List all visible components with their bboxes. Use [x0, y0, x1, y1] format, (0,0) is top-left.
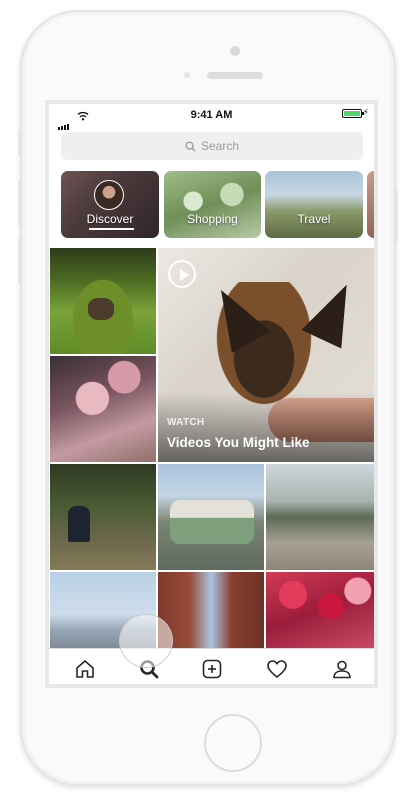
heart-icon[interactable]	[265, 657, 289, 681]
status-bar: 9:41 AM ⚡	[49, 104, 374, 130]
channel-next-partial[interactable]	[367, 171, 374, 238]
video-kicker: WATCH	[167, 417, 205, 428]
front-camera	[230, 46, 240, 56]
home-icon[interactable]	[73, 657, 97, 681]
featured-video-tile[interactable]: WATCH Videos You Might Like	[158, 248, 374, 462]
channel-label: Shopping	[187, 212, 238, 226]
app-screen: 9:41 AM ⚡ Search Discover Shopping Trave…	[45, 100, 378, 688]
profile-icon[interactable]	[330, 657, 354, 681]
search-input[interactable]: Search	[61, 132, 363, 160]
avatar	[94, 180, 124, 210]
grid-photo-blossom[interactable]	[50, 356, 156, 462]
search-icon	[185, 140, 196, 152]
play-icon[interactable]	[168, 260, 196, 288]
search-placeholder: Search	[200, 139, 240, 153]
earpiece-speaker	[207, 72, 263, 79]
explore-grid: WATCH Videos You Might Like	[49, 248, 374, 648]
status-time: 9:41 AM	[190, 109, 233, 121]
channel-travel[interactable]: Travel	[265, 171, 363, 238]
grid-photo-van[interactable]	[158, 464, 264, 570]
grid-photo-dog-on-grass[interactable]	[50, 248, 156, 354]
charging-icon: ⚡	[362, 107, 369, 117]
mute-switch	[18, 130, 21, 156]
touch-indicator	[119, 614, 173, 668]
grid-photo-beach[interactable]	[266, 464, 374, 570]
channel-discover[interactable]: Discover	[61, 171, 159, 238]
channel-label: Travel	[297, 212, 331, 226]
power-button	[395, 190, 398, 242]
channel-shopping[interactable]: Shopping	[164, 171, 261, 238]
volume-down-button	[18, 238, 21, 284]
battery-icon	[342, 109, 364, 118]
grid-photo-brick-buildings[interactable]	[158, 572, 264, 648]
home-button[interactable]	[204, 714, 262, 772]
selected-indicator	[89, 228, 134, 230]
proximity-sensor	[184, 72, 190, 78]
volume-up-button	[18, 180, 21, 226]
add-post-icon[interactable]	[200, 657, 224, 681]
grid-photo-forest-hiker[interactable]	[50, 464, 156, 570]
tab-bar	[49, 648, 374, 684]
video-title: Videos You Might Like	[167, 435, 310, 450]
grid-photo-flowers[interactable]	[266, 572, 374, 648]
topic-channels: Discover Shopping Travel	[61, 171, 374, 241]
channel-label: Discover	[86, 212, 134, 226]
